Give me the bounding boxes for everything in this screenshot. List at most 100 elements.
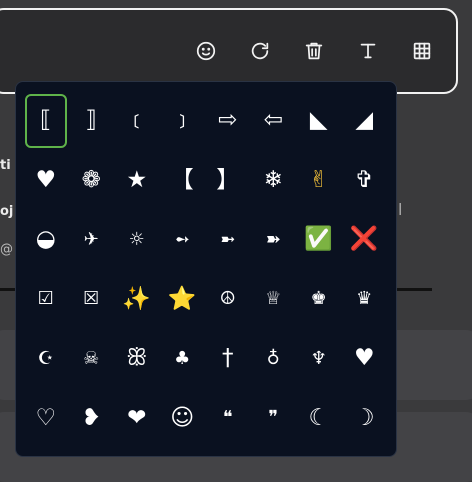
symbol-glyph: ◒ (35, 226, 56, 253)
symbol-cell[interactable]: ⭐ (160, 270, 206, 330)
symbol-glyph: ❞ (268, 407, 279, 429)
symbol-glyph: ✞ (354, 166, 374, 193)
symbol-glyph: † (222, 345, 234, 372)
symbol-cell[interactable]: ☽ (342, 389, 388, 449)
symbol-glyph: ♥ (35, 166, 57, 193)
symbol-glyph: ◣ (309, 107, 328, 134)
symbol-glyph: ﹝ (125, 107, 149, 134)
symbol-cell[interactable]: ✞ (342, 151, 388, 211)
text-icon[interactable] (350, 33, 386, 69)
symbol-cell[interactable]: ✅ (296, 210, 342, 270)
symbol-glyph: ⭐ (167, 285, 197, 312)
symbol-glyph: ➼ (220, 228, 236, 250)
symbol-glyph: ❥ (81, 404, 101, 431)
symbol-cell[interactable]: ❥ (69, 389, 115, 449)
symbol-glyph: ⟦ (24, 93, 67, 148)
symbol-glyph: ☾ (308, 404, 330, 431)
symbol-cell[interactable]: ◒ (23, 210, 69, 270)
symbol-glyph: ➻ (174, 228, 190, 250)
symbol-cell[interactable]: ♛ (342, 270, 388, 330)
symbol-glyph: ☑ (37, 288, 54, 310)
symbol-glyph: ﹞ (170, 107, 194, 134)
symbol-glyph: ♚ (310, 288, 327, 310)
symbol-cell[interactable]: ♕ (251, 270, 297, 330)
symbol-cell[interactable]: ◣ (296, 91, 342, 151)
symbol-cell[interactable]: 】 (205, 151, 251, 211)
symbol-glyph: ❌ (349, 226, 379, 253)
symbol-cell[interactable]: ♡ (23, 389, 69, 449)
symbol-glyph: ☒ (83, 288, 100, 310)
symbol-glyph: ❁ (81, 166, 101, 193)
smiley-icon[interactable] (188, 33, 224, 69)
symbol-cell[interactable]: ❁ (69, 151, 115, 211)
symbol-cell[interactable]: ☒ (69, 270, 115, 330)
symbol-cell[interactable]: ❌ (342, 210, 388, 270)
symbol-cell[interactable]: ☾ (296, 389, 342, 449)
symbol-cell[interactable]: ❞ (251, 389, 297, 449)
symbol-glyph: ♥ (353, 345, 375, 372)
symbol-cell[interactable]: ☠ (69, 329, 115, 389)
symbol-glyph: ◢ (355, 107, 374, 134)
symbol-glyph: ✈ (83, 228, 99, 250)
symbol-cell[interactable]: ⇦ (251, 91, 297, 151)
symbol-glyph: ♣ (174, 347, 191, 369)
symbol-cell[interactable]: ☺ (160, 389, 206, 449)
symbol-picker: ⟦ ⟧ ﹝ ﹞ ⇨ ⇦ ◣ ◢ ♥ ❁ ★ 【】 ❄ ✌ ✞ ◒ ✈ ☼ ➻ ➼ ➽ ✅ ❌ ☑ ☒ ✨ ⭐ ☮ ♕ ♚ ♛ ☪ ☠ ꕥ ♣ † ♁ ♆ ♥… (15, 81, 397, 457)
symbol-cell[interactable]: ✨ (114, 270, 160, 330)
symbol-glyph: ♛ (356, 288, 373, 310)
toolbar (188, 33, 458, 69)
symbol-cell[interactable]: ⟧ (69, 91, 115, 151)
symbol-glyph: ⇨ (218, 107, 238, 134)
symbol-cell[interactable]: † (205, 329, 251, 389)
background-text-3: @ (0, 242, 13, 257)
symbol-cell[interactable]: ☪ (23, 329, 69, 389)
symbol-cell[interactable]: ⟦ (23, 91, 69, 151)
symbol-cell[interactable]: ﹝ (114, 91, 160, 151)
symbol-cell[interactable]: ⇨ (205, 91, 251, 151)
symbol-cell[interactable]: ☑ (23, 270, 69, 330)
symbol-glyph: ✌ (309, 166, 329, 193)
symbol-cell[interactable]: ꕥ (114, 329, 160, 389)
symbol-glyph: ✅ (304, 226, 334, 253)
symbol-cell[interactable]: ♚ (296, 270, 342, 330)
symbol-cell[interactable]: ✈ (69, 210, 115, 270)
symbol-glyph: 】 (216, 166, 240, 193)
grid-icon[interactable] (404, 33, 440, 69)
symbol-cell[interactable]: ❝ (205, 389, 251, 449)
symbol-cell[interactable]: ♥ (342, 329, 388, 389)
symbol-glyph: ⟧ (85, 107, 97, 134)
symbol-glyph: ❝ (222, 407, 233, 429)
symbol-glyph: ☺ (170, 404, 195, 431)
symbol-cell[interactable]: ★ (114, 151, 160, 211)
symbol-glyph: ꕥ (126, 345, 148, 372)
trash-icon[interactable] (296, 33, 332, 69)
symbol-cell[interactable]: ➻ (160, 210, 206, 270)
symbol-cell[interactable]: ☼ (114, 210, 160, 270)
symbol-cell[interactable]: ♆ (296, 329, 342, 389)
symbol-cell[interactable]: ♁ (251, 329, 297, 389)
symbol-cell[interactable]: ❤ (114, 389, 160, 449)
symbol-cell[interactable]: ➼ (205, 210, 251, 270)
symbol-cell[interactable]: ➽ (251, 210, 297, 270)
symbol-cell[interactable]: ♣ (160, 329, 206, 389)
symbol-glyph: ⇦ (263, 107, 283, 134)
symbol-cell[interactable]: 【 (160, 151, 206, 211)
symbol-cell[interactable]: ♥ (23, 151, 69, 211)
background-text-1: ti (0, 158, 11, 173)
symbol-cell[interactable]: ☮ (205, 270, 251, 330)
symbol-glyph: ☮ (219, 288, 236, 310)
background-text-right: l (398, 200, 403, 219)
symbol-glyph: ☠ (83, 347, 100, 369)
symbol-cell[interactable]: ﹞ (160, 91, 206, 151)
symbol-glyph: ☽ (353, 404, 375, 431)
symbol-glyph: ♡ (35, 404, 57, 431)
symbol-glyph: ❤ (127, 404, 147, 431)
refresh-icon[interactable] (242, 33, 278, 69)
symbol-cell[interactable]: ✌ (296, 151, 342, 211)
symbol-glyph: ➽ (265, 228, 281, 250)
symbol-glyph: ☼ (128, 228, 145, 250)
symbol-glyph: ☪ (37, 347, 54, 369)
symbol-cell[interactable]: ❄ (251, 151, 297, 211)
symbol-cell[interactable]: ◢ (342, 91, 388, 151)
symbol-glyph: ❄ (263, 166, 283, 193)
